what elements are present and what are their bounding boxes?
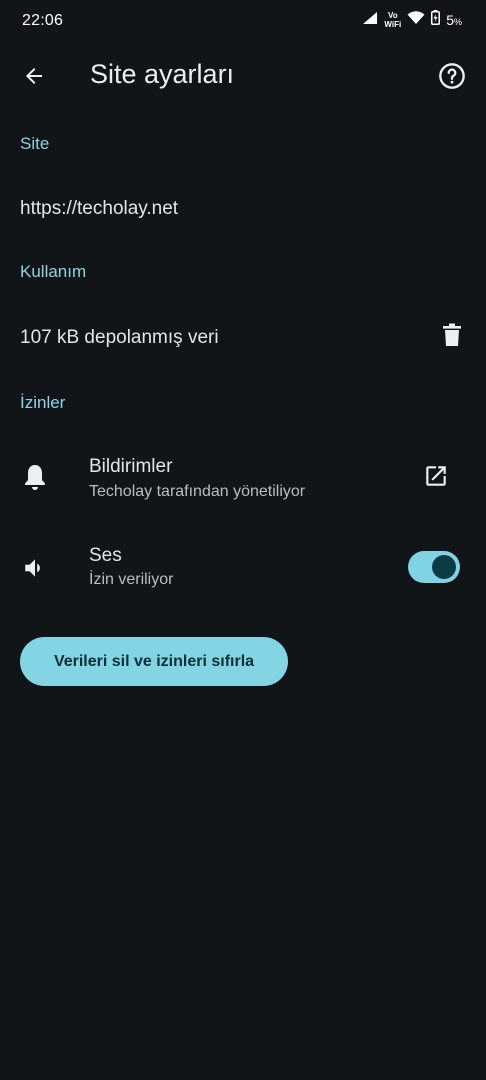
wifi-icon [407,10,425,30]
usage-section-header: Kullanım [20,262,87,281]
status-time: 22:06 [22,12,64,29]
help-icon [438,62,466,95]
site-url: https://techolay.net [20,198,179,219]
site-section-header: Site [20,134,50,153]
signal-icon [362,11,378,30]
toggle-thumb [432,555,456,579]
open-in-new-icon [423,463,449,494]
open-external-button[interactable] [416,458,456,498]
sound-toggle[interactable] [408,551,460,583]
permission-subtitle: Techolay tarafından yönetiliyor [89,483,306,500]
battery-icon [431,10,441,30]
clear-storage-button[interactable] [432,317,472,357]
permissions-section-header: İzinler [20,393,66,412]
permission-subtitle: İzin veriliyor [89,571,174,588]
back-button[interactable] [14,58,54,98]
volume-icon [22,555,48,586]
permission-title: Ses [89,545,122,566]
permission-row-notifications[interactable]: Bildirimler Techolay tarafından yönetili… [0,440,486,520]
storage-usage: 107 kB depolanmış veri [20,327,219,348]
permission-title: Bildirimler [89,456,173,477]
vowifi-indicator: Vo WiFi [384,11,402,29]
reset-data-button[interactable]: Verileri sil ve izinleri sıfırla [20,637,288,686]
status-icons: Vo WiFi 5% [362,10,462,30]
bell-icon [23,463,47,496]
battery-percentage: 5% [446,12,462,28]
help-button[interactable] [432,58,472,98]
trash-icon [442,323,462,352]
arrow-back-icon [22,64,46,93]
page-title: Site ayarları [90,59,235,89]
